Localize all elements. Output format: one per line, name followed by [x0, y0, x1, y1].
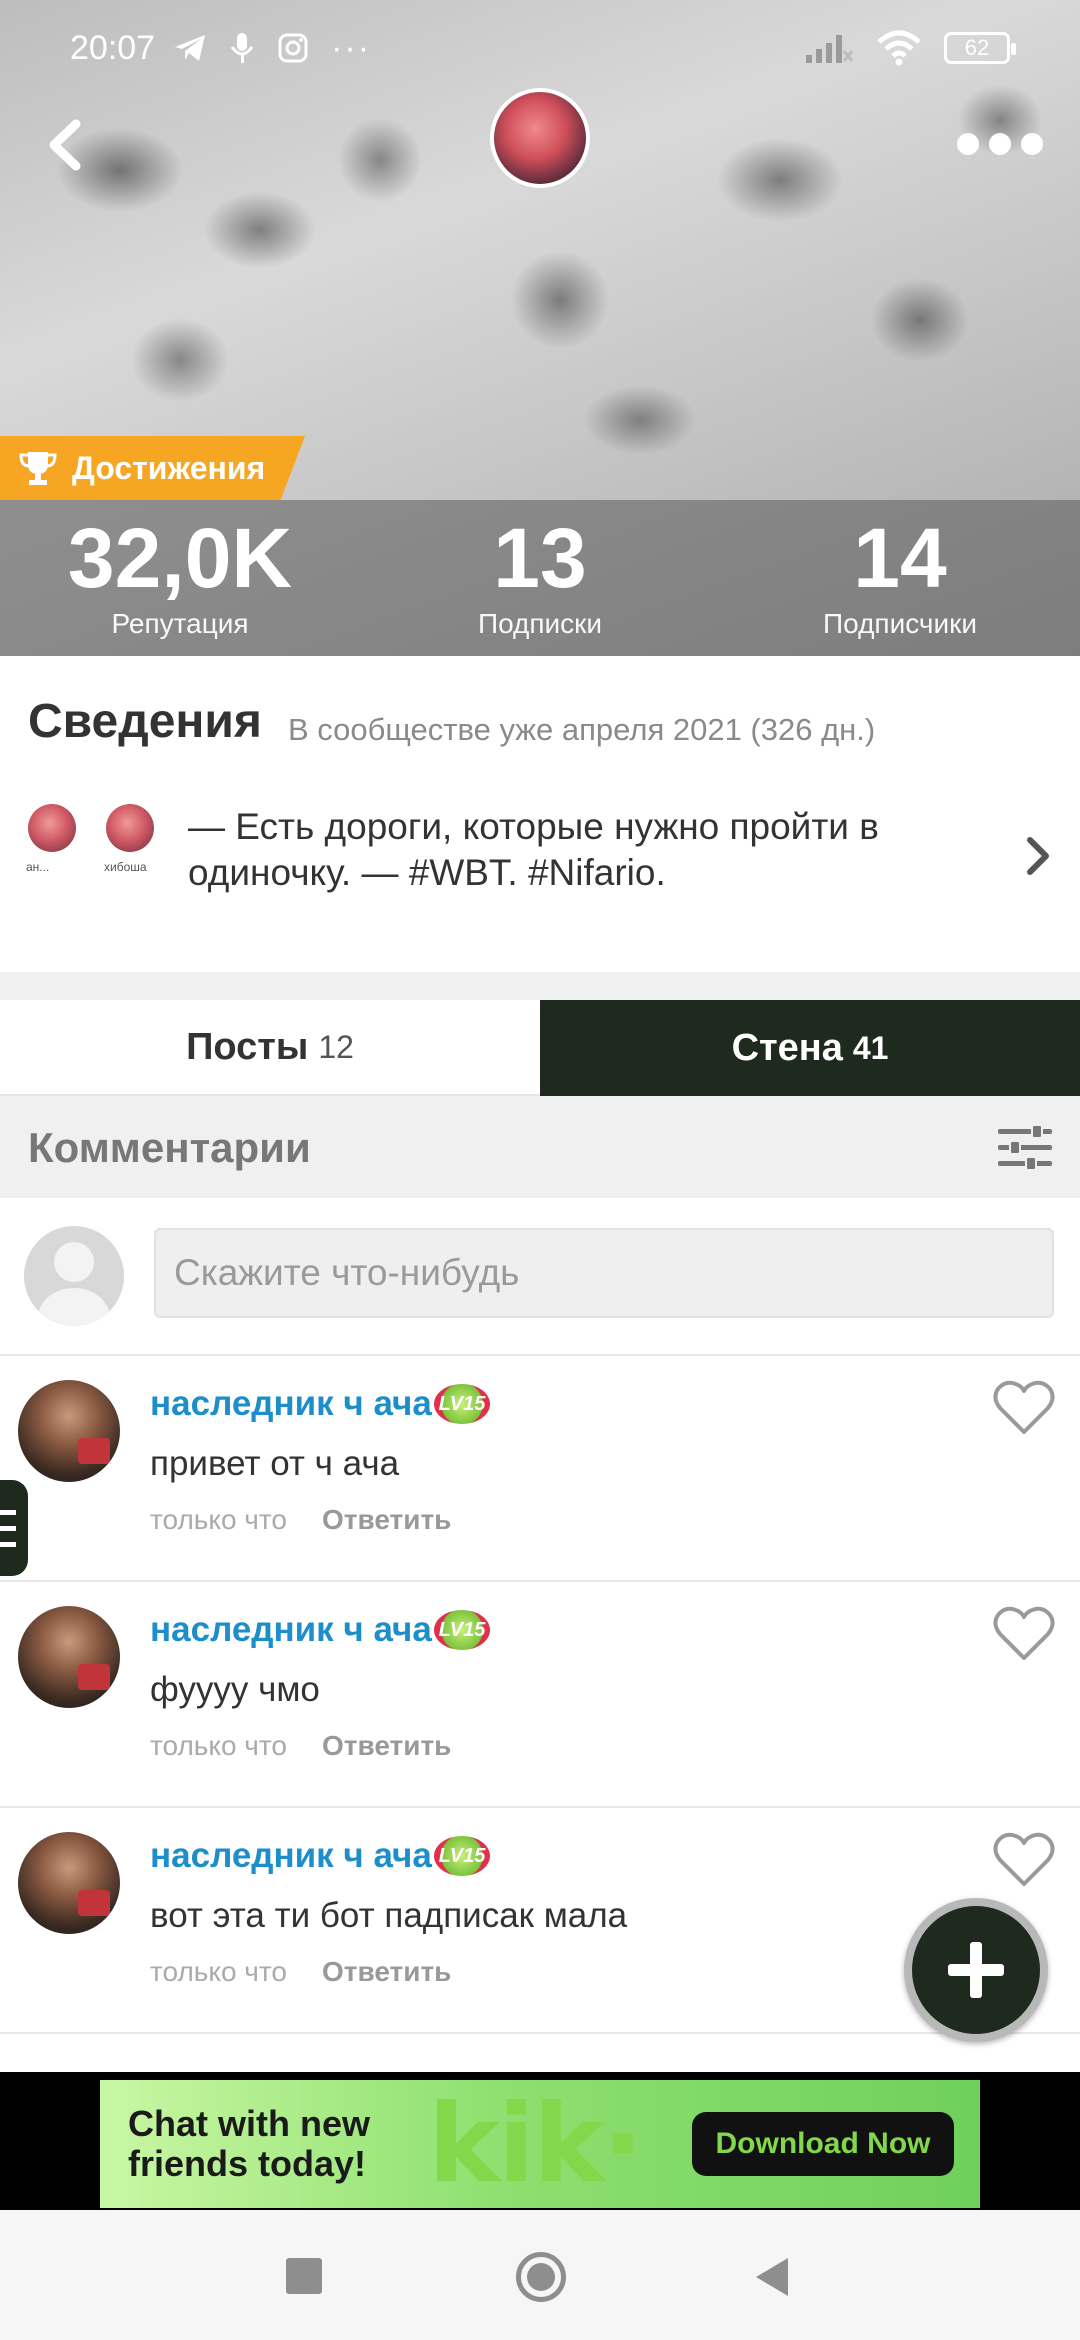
home-icon[interactable]	[516, 2252, 566, 2302]
stat-value: 32,0K	[67, 511, 293, 605]
comment-author[interactable]: наследник ч ача	[150, 1836, 432, 1876]
profile-avatar[interactable]	[490, 88, 590, 188]
stat-reputation[interactable]: 32,0K Репутация	[0, 500, 360, 656]
stat-value: 13	[493, 511, 587, 605]
tab-wall[interactable]: Стена 41	[540, 1000, 1080, 1096]
comments-title: Комментарии	[28, 1124, 311, 1171]
comment-text: привет от ч ача	[150, 1444, 400, 1483]
comment-time: только что	[150, 1730, 287, 1761]
signal-icon	[806, 35, 854, 63]
stat-followers[interactable]: 14 Подписчики	[720, 500, 1080, 656]
side-menu-handle[interactable]	[0, 1480, 28, 1576]
microphone-icon	[230, 33, 254, 63]
comment-item[interactable]: наследник ч ача LV15 фуууу чмо только чт…	[0, 1582, 1080, 1808]
tab-count: 41	[852, 1029, 889, 1066]
filter-settings-icon[interactable]	[996, 1124, 1054, 1172]
comment-time: только что	[150, 1504, 287, 1535]
stat-label: Репутация	[111, 608, 249, 639]
add-post-button[interactable]	[904, 1898, 1048, 2042]
battery-indicator: 62	[944, 32, 1016, 64]
tab-label: Стена	[731, 1026, 843, 1069]
status-time: 20:07	[70, 28, 156, 67]
reply-button[interactable]: Ответить	[322, 1504, 451, 1536]
status-bar: 20:07 ··· 62	[0, 0, 1080, 96]
ad-headline: Chat with new friends today!	[128, 2103, 370, 2184]
comment-item[interactable]: наследник ч ача LV15 привет от ч ача тол…	[0, 1356, 1080, 1582]
heart-icon[interactable]	[992, 1378, 1056, 1436]
stat-following[interactable]: 13 Подписки	[360, 500, 720, 656]
comments-header: Комментарии	[0, 1096, 1080, 1198]
profile-bio: — Есть дороги, которые нужно пройти в од…	[188, 806, 879, 893]
trophy-icon	[19, 452, 57, 485]
level-badge: LV15	[434, 1384, 490, 1424]
comment-text: фуууу чмо	[150, 1670, 320, 1709]
status-more-icon: ···	[331, 28, 372, 67]
wifi-icon	[877, 30, 921, 66]
comment-author[interactable]: наследник ч ача	[150, 1384, 432, 1424]
comment-text: вот эта ти бот падписак мала	[150, 1896, 628, 1935]
commenter-avatar[interactable]	[18, 1606, 120, 1708]
heart-icon[interactable]	[992, 1604, 1056, 1662]
plus-icon	[948, 1942, 1004, 1998]
system-navigation-bar	[0, 2210, 1080, 2340]
instagram-icon	[278, 33, 308, 63]
level-badge: LV15	[434, 1836, 490, 1876]
commenter-avatar[interactable]	[18, 1832, 120, 1934]
ad-brand-logo: kik·	[428, 2081, 644, 2207]
linked-avatar[interactable]: хибоша	[104, 804, 154, 874]
comment-compose	[0, 1198, 1080, 1356]
section-divider	[0, 972, 1080, 1000]
reply-button[interactable]: Ответить	[322, 1730, 451, 1762]
stat-label: Подписки	[477, 608, 603, 639]
profile-tabs: Посты 12 Стена 41	[0, 1000, 1080, 1096]
info-title: Сведения	[28, 695, 262, 748]
comment-time: только что	[150, 1956, 287, 1987]
profile-stats: 32,0K Репутация 13 Подписки 14 Подписчик…	[0, 500, 1080, 656]
more-options-button[interactable]	[950, 120, 1050, 168]
comment-input[interactable]	[154, 1228, 1054, 1318]
nav-back-icon[interactable]	[756, 2258, 788, 2296]
linked-avatar[interactable]: ан...	[26, 804, 76, 874]
linked-profiles: ан... хибоша	[26, 804, 154, 874]
level-badge: LV15	[434, 1610, 490, 1650]
back-arrow-icon[interactable]	[36, 110, 92, 180]
info-section[interactable]: Сведения В сообществе уже апреля 2021 (3…	[0, 656, 1080, 972]
tab-count: 12	[318, 1028, 354, 1065]
member-since: В сообществе уже апреля 2021 (326 дн.)	[288, 712, 876, 747]
ad-download-button[interactable]: Download Now	[692, 2112, 954, 2176]
ad-banner[interactable]: Chat with new friends today! kik· Downlo…	[100, 2080, 980, 2208]
stat-label: Подписчики	[822, 608, 978, 639]
achievements-label: Достижения	[72, 449, 266, 486]
telegram-icon	[175, 35, 206, 61]
linked-tag: ан...	[26, 860, 50, 874]
linked-tag: хибоша	[104, 860, 147, 874]
achievements-badge[interactable]: Достижения	[0, 436, 305, 500]
comment-author[interactable]: наследник ч ача	[150, 1610, 432, 1650]
tab-posts[interactable]: Посты 12	[0, 1000, 540, 1096]
heart-icon[interactable]	[992, 1830, 1056, 1888]
tab-label: Посты	[186, 1025, 309, 1068]
reply-button[interactable]: Ответить	[322, 1956, 451, 1988]
chevron-right-icon[interactable]	[1018, 828, 1058, 884]
stat-value: 14	[853, 511, 947, 605]
my-avatar	[24, 1226, 124, 1326]
commenter-avatar[interactable]	[18, 1380, 120, 1482]
recent-apps-icon[interactable]	[286, 2258, 322, 2294]
